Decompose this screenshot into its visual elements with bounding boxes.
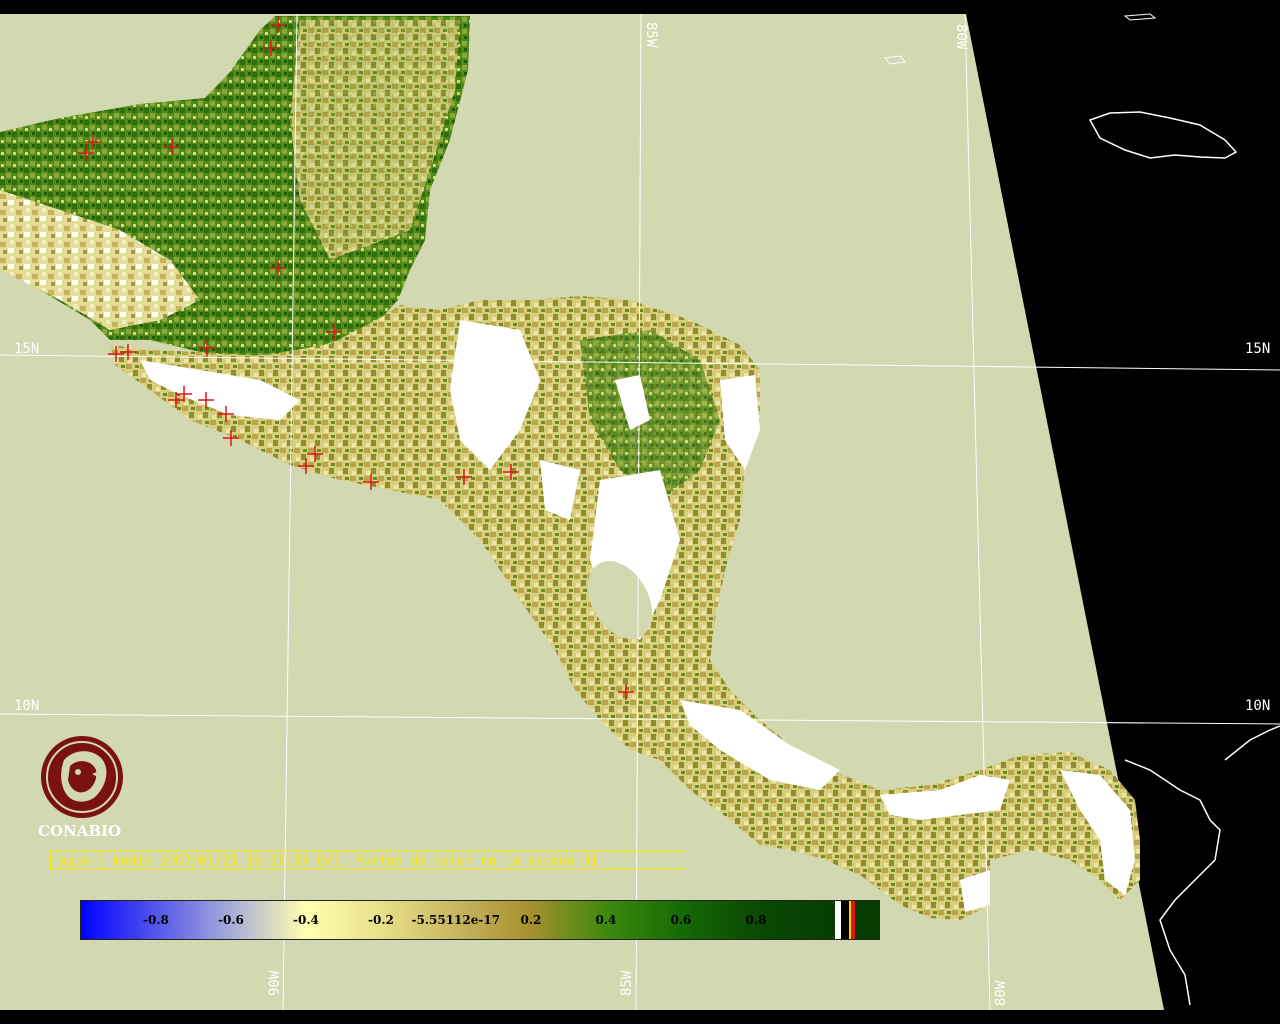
legend-tick-label: 0.2	[520, 913, 542, 927]
label-lat-10n-left: 10N	[14, 698, 40, 714]
label-lat-15n-left: 15N	[14, 341, 40, 357]
scene-caption: aqua-1 modis 2007/01/21 19:23:33 EVI, Pu…	[50, 851, 686, 870]
legend-tick-label: -0.4	[293, 913, 319, 927]
legend-tick-label: -0.2	[368, 913, 394, 927]
legend-tick-label: 0.6	[670, 913, 692, 927]
label-lon-85w-top: 85W	[643, 22, 659, 48]
legend-tick-label: -5.55112e-17	[411, 913, 501, 927]
colombia-coastline-east	[1224, 725, 1280, 761]
label-lon-80w-top: 80W	[953, 24, 969, 50]
map-view: 15N 15N 10N 10N 85W 80W 90W 85W 80W CONA…	[0, 0, 1280, 1024]
label-lon-85w-bottom: 85W	[619, 970, 635, 996]
conabio-emblem-icon	[41, 736, 123, 818]
legend-tick-label: -0.8	[143, 913, 169, 927]
label-lat-10n-right: 10N	[1245, 698, 1271, 714]
legend-tick-label: -0.6	[218, 913, 244, 927]
label-lon-90w-bottom: 90W	[267, 970, 283, 996]
conabio-logo-text: CONABIO	[38, 822, 122, 840]
label-lon-80w-bottom: 80W	[993, 980, 1009, 1006]
legend-tick-label: 0.4	[595, 913, 617, 927]
evi-map	[0, 13, 1280, 1011]
legend-swatch	[855, 901, 879, 939]
legend-tick-label: 0.8	[745, 913, 767, 927]
jamaica-outline	[1088, 111, 1238, 159]
legend-swatch	[841, 901, 849, 939]
island-outline	[1123, 13, 1157, 21]
evi-color-legend: -0.8 -0.6 -0.4 -0.2 -5.55112e-17 0.2 0.4 0.6 0.8	[80, 900, 880, 940]
label-lat-15n-right: 15N	[1245, 341, 1271, 357]
